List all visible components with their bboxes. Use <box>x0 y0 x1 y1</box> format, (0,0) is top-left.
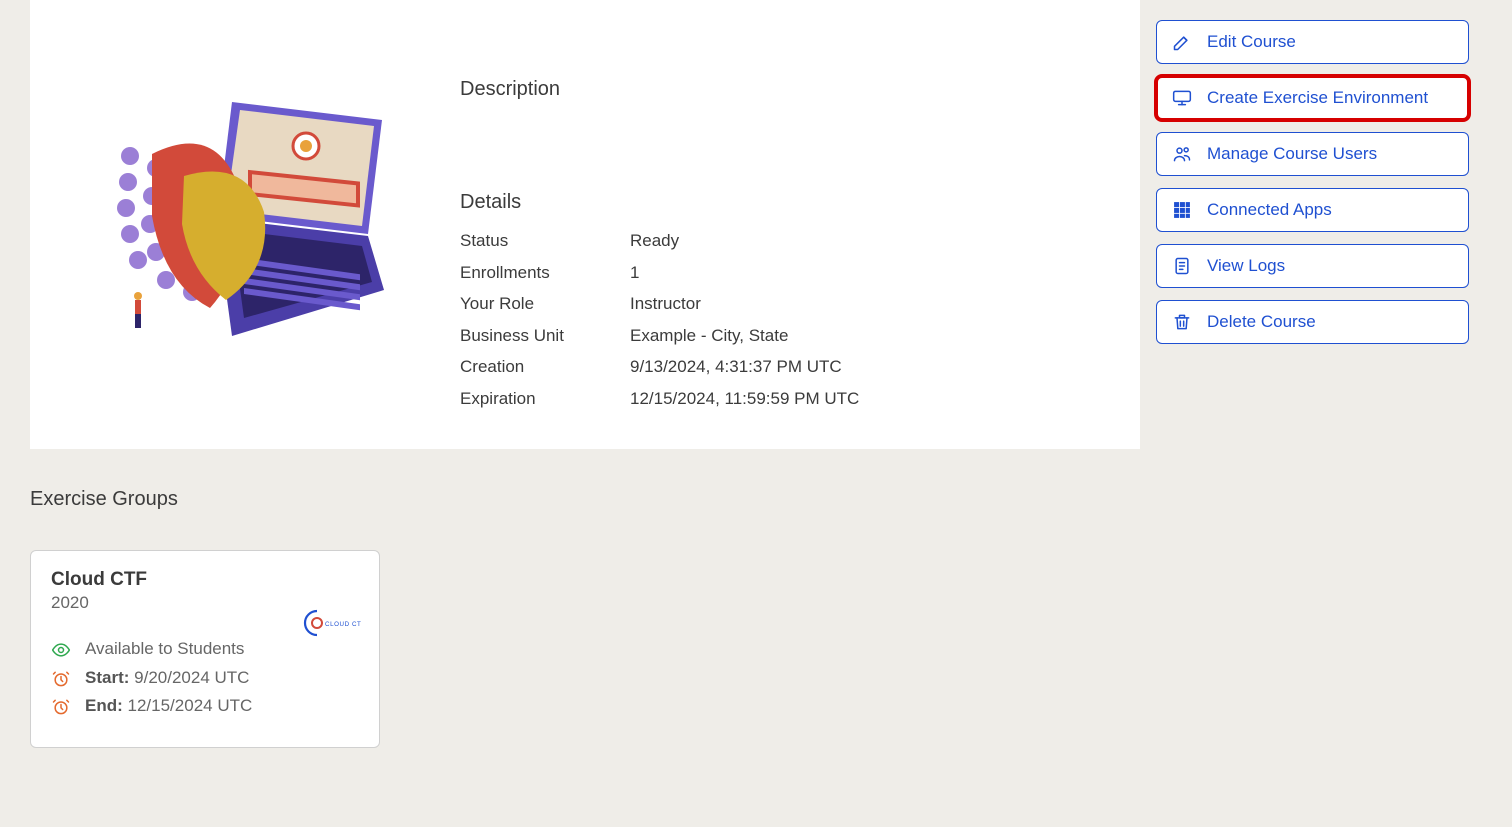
edit-course-label: Edit Course <box>1207 32 1296 52</box>
group-end-label: End: <box>85 696 123 715</box>
clock-icon <box>51 669 71 689</box>
detail-label-status: Status <box>460 228 630 254</box>
create-exercise-environment-label: Create Exercise Environment <box>1207 88 1428 108</box>
group-end-value: 12/15/2024 UTC <box>128 696 253 715</box>
view-logs-button[interactable]: View Logs <box>1156 244 1469 288</box>
create-exercise-environment-button[interactable]: Create Exercise Environment <box>1156 76 1469 120</box>
detail-label-role: Your Role <box>460 291 630 317</box>
detail-value-business-unit: Example - City, State <box>630 323 1060 349</box>
exercise-group-title: Cloud CTF <box>51 569 359 591</box>
course-illustration <box>116 96 406 348</box>
exercise-group-card[interactable]: Cloud CTF 2020 CLOUD CTF Available to St… <box>30 550 380 748</box>
group-start-value: 9/20/2024 UTC <box>134 668 249 687</box>
group-start-text: Start: 9/20/2024 UTC <box>85 666 249 691</box>
document-list-icon <box>1171 255 1193 277</box>
detail-label-enrollments: Enrollments <box>460 260 630 286</box>
detail-value-enrollments: 1 <box>630 260 1060 286</box>
detail-value-creation: 9/13/2024, 4:31:37 PM UTC <box>630 354 1060 380</box>
edit-course-button[interactable]: Edit Course <box>1156 20 1469 64</box>
connected-apps-label: Connected Apps <box>1207 200 1332 220</box>
details-heading: Details <box>460 191 1060 214</box>
manage-course-users-label: Manage Course Users <box>1207 144 1377 164</box>
group-start-row: Start: 9/20/2024 UTC <box>51 666 359 691</box>
pencil-icon <box>1171 31 1193 53</box>
view-logs-label: View Logs <box>1207 256 1285 276</box>
trash-icon <box>1171 311 1193 333</box>
delete-course-button[interactable]: Delete Course <box>1156 300 1469 344</box>
group-availability-text: Available to Students <box>85 637 244 662</box>
users-icon <box>1171 143 1193 165</box>
clock-icon <box>51 697 71 717</box>
description-heading: Description <box>460 78 1060 101</box>
delete-course-label: Delete Course <box>1207 312 1316 332</box>
exercise-groups-heading: Exercise Groups <box>30 488 178 511</box>
detail-label-expiration: Expiration <box>460 386 630 412</box>
cloud-ctf-logo: CLOUD CTF <box>299 605 361 641</box>
course-overview-card: Description Details Status Ready Enrollm… <box>30 0 1140 449</box>
details-grid: Status Ready Enrollments 1 Your Role Ins… <box>460 228 1060 411</box>
manage-course-users-button[interactable]: Manage Course Users <box>1156 132 1469 176</box>
detail-label-business-unit: Business Unit <box>460 323 630 349</box>
detail-value-expiration: 12/15/2024, 11:59:59 PM UTC <box>630 386 1060 412</box>
eye-icon <box>51 640 71 660</box>
detail-label-creation: Creation <box>460 354 630 380</box>
detail-value-role: Instructor <box>630 291 1060 317</box>
apps-grid-icon <box>1171 199 1193 221</box>
connected-apps-button[interactable]: Connected Apps <box>1156 188 1469 232</box>
course-actions-panel: Edit Course Create Exercise Environment … <box>1156 20 1469 344</box>
group-end-text: End: 12/15/2024 UTC <box>85 694 252 719</box>
detail-value-status: Ready <box>630 228 1060 254</box>
monitor-icon <box>1171 87 1193 109</box>
svg-text:CLOUD CTF: CLOUD CTF <box>325 621 361 628</box>
group-end-row: End: 12/15/2024 UTC <box>51 694 359 719</box>
group-start-label: Start: <box>85 668 129 687</box>
